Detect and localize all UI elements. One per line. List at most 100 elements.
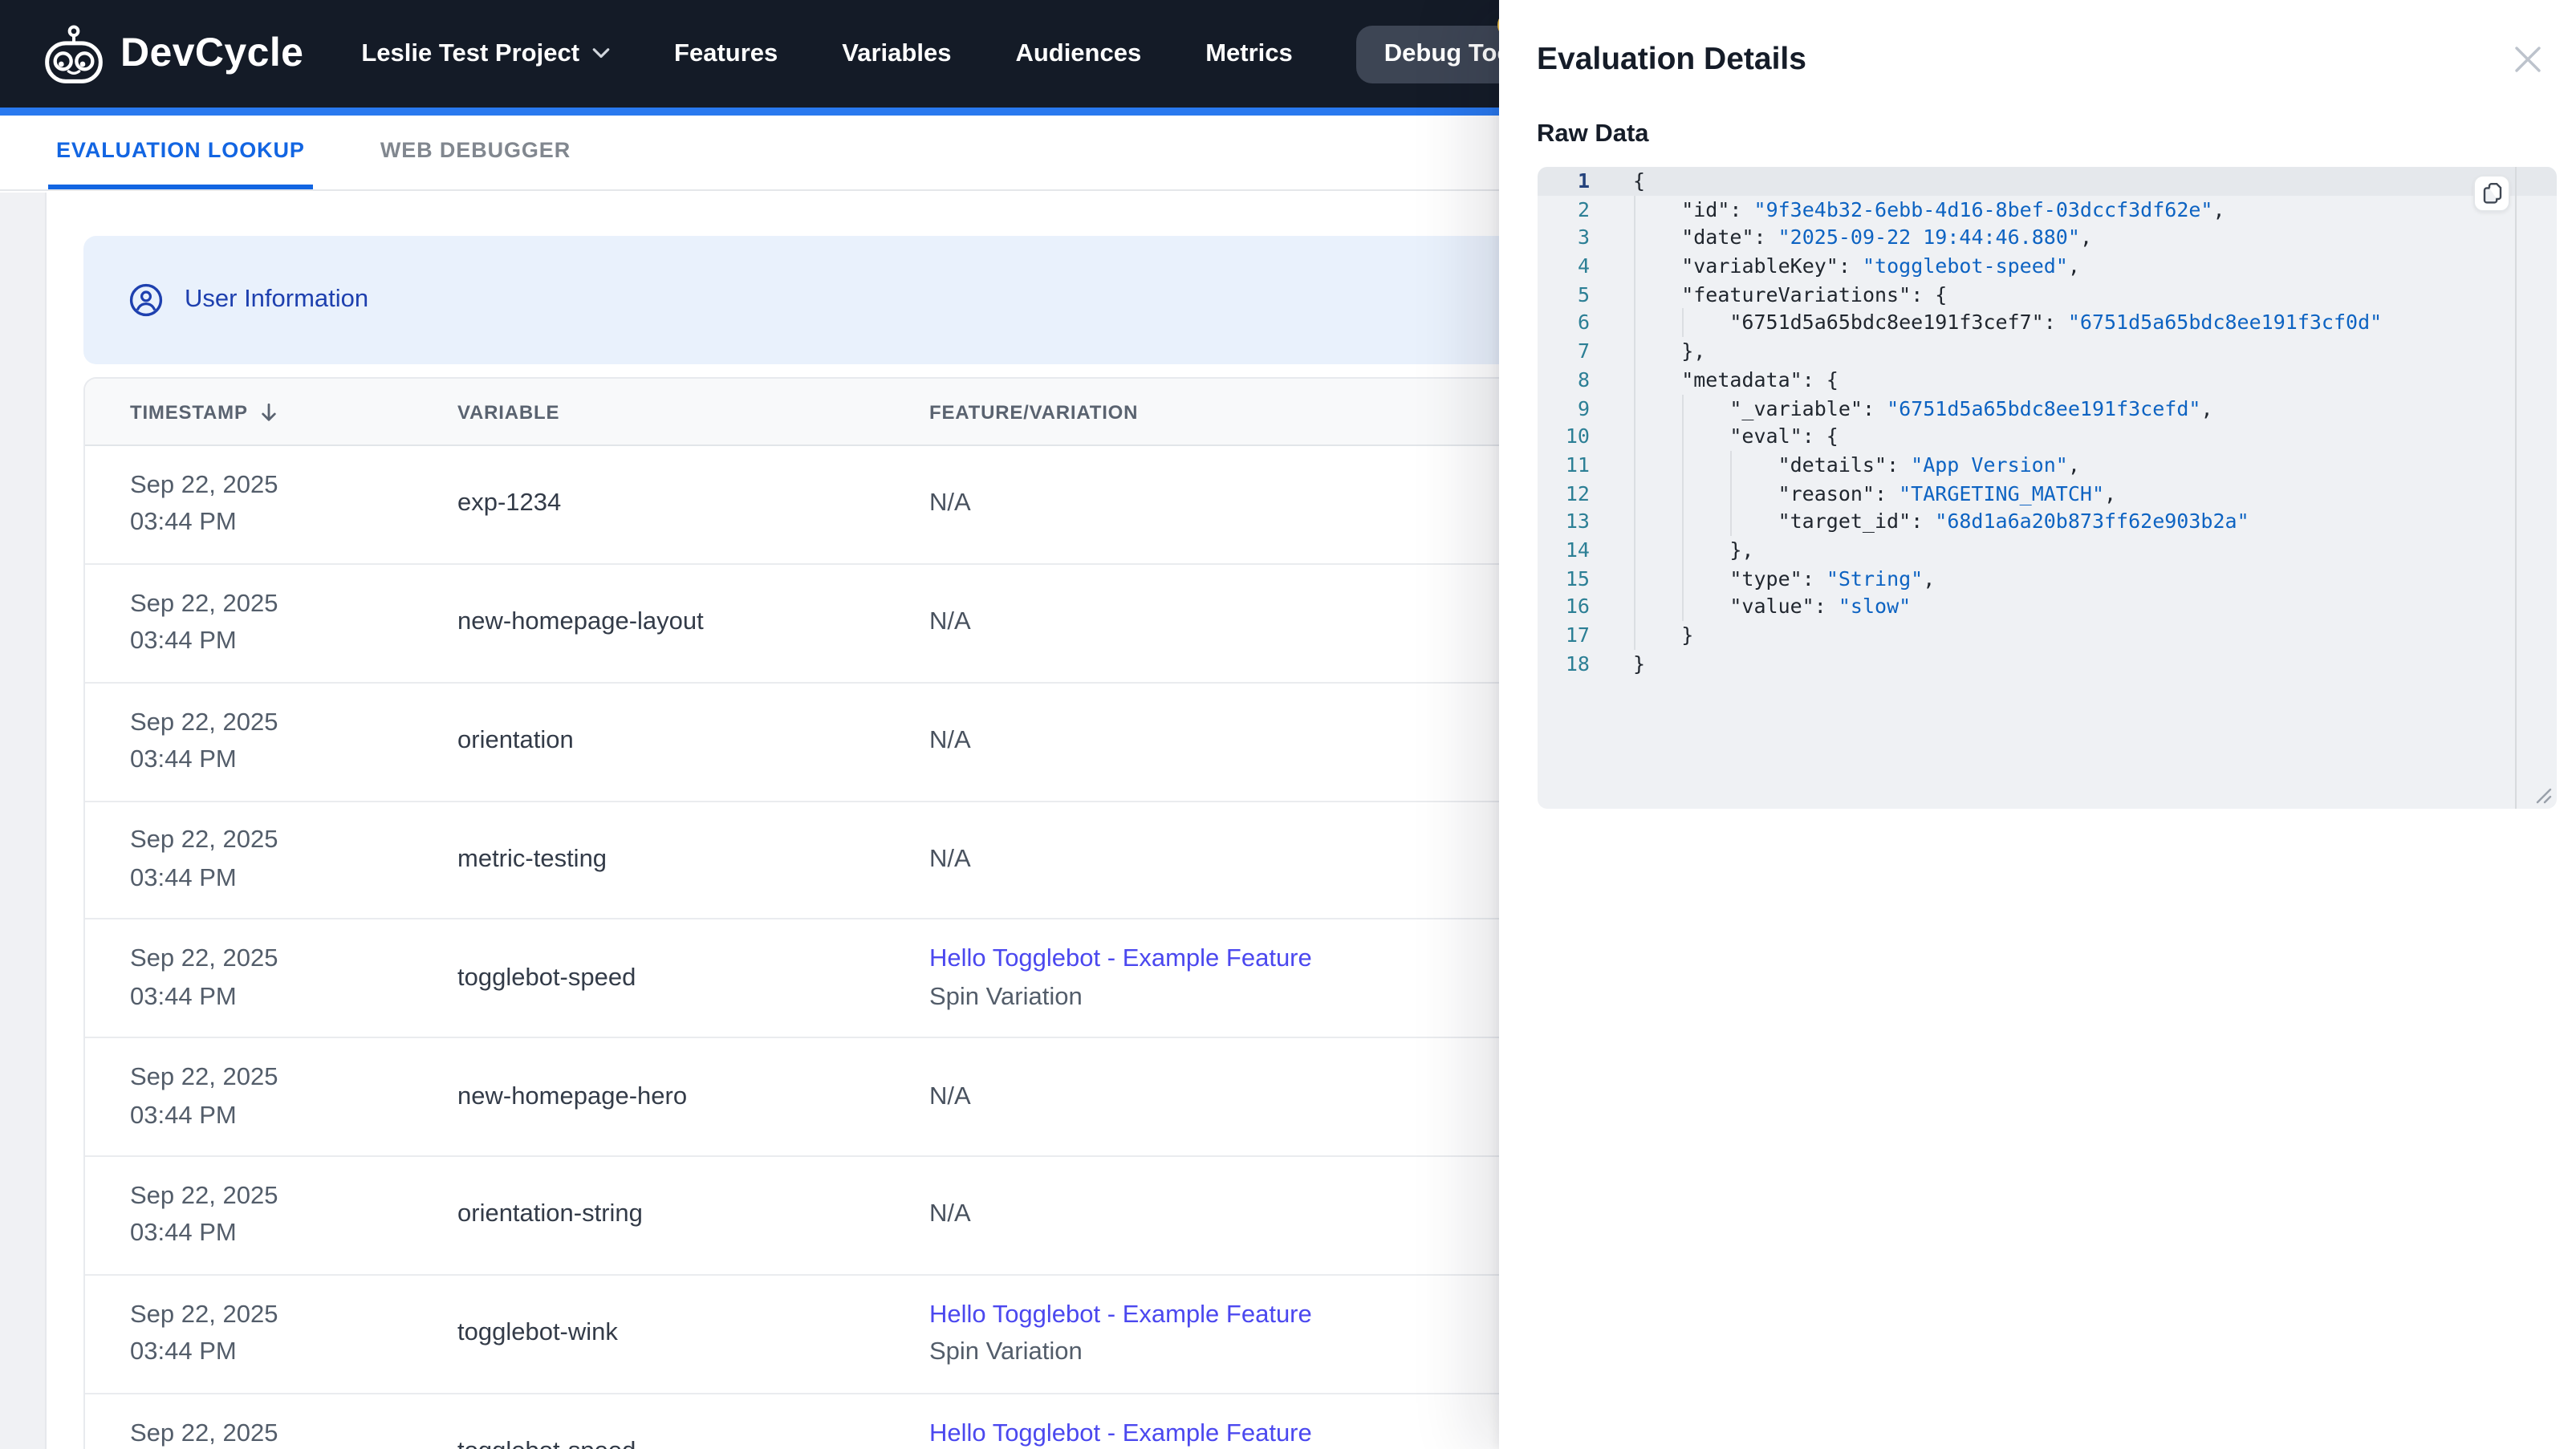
line-number: 6 [1577, 310, 1590, 335]
json-token: , [2212, 197, 2225, 221]
column-header-variable[interactable]: VARIABLE [457, 400, 929, 423]
json-token: "metadata" [1681, 367, 1802, 392]
indent-guide [1633, 507, 1681, 536]
timestamp-time: 03:44 PM [130, 1338, 237, 1366]
resize-grip-icon[interactable] [2533, 786, 2551, 804]
json-token: "variableKey" [1681, 254, 1839, 278]
timestamp-date: Sep 22, 2025 [130, 826, 278, 854]
timestamp-cell: Sep 22, 2025 03:44 PM [85, 941, 457, 1017]
line-content: "featureVariations": { [1590, 280, 1947, 309]
json-string-value: "68d1a6a20b873ff62e903b2a" [1935, 509, 2249, 534]
timestamp-date: Sep 22, 2025 [130, 1182, 278, 1210]
timestamp-time: 03:44 PM [130, 1220, 237, 1248]
raw-data-code-block[interactable]: 1{2 "id": "9f3e4b32-6ebb-4d16-8bef-03dccf… [1537, 167, 2556, 809]
variable-cell: metric-testing [457, 845, 607, 873]
nav-item-features[interactable]: Features [674, 39, 778, 68]
line-number: 9 [1577, 396, 1590, 420]
code-line: 11 "details": "App Version", [1537, 450, 2556, 480]
variable-cell: orientation [457, 727, 574, 755]
devcycle-robot-icon [45, 24, 103, 83]
indent-guide [1633, 564, 1681, 593]
code-scrollbar-track[interactable] [2514, 167, 2516, 809]
nav-items-container: Features Variables Audiences Metrics [674, 39, 1293, 68]
column-header-timestamp[interactable]: TIMESTAMP [85, 400, 457, 423]
tab-web-debugger[interactable]: WEB DEBUGGER [372, 116, 579, 189]
project-selector-label: Leslie Test Project [361, 39, 580, 67]
timestamp-time: 03:44 PM [130, 983, 237, 1011]
tab-evaluation-lookup[interactable]: EVALUATION LOOKUP [48, 116, 313, 189]
json-token: , [2104, 481, 2117, 505]
banner-title: User Information [185, 286, 369, 313]
json-token: }, [1729, 537, 1754, 562]
indent-guide [1729, 450, 1778, 480]
timestamp-value: Sep 22, 2025 03:44 PM [130, 1178, 278, 1253]
devcycle-logo[interactable]: DevCycle [42, 20, 303, 87]
close-panel-button[interactable] [2505, 37, 2550, 82]
timestamp-value: Sep 22, 202503:44 PM [130, 1414, 278, 1449]
code-line: 3 "date": "2025-09-22 19:44:46.880", [1537, 223, 2556, 253]
code-line: 4 "variableKey": "togglebot-speed", [1537, 252, 2556, 281]
json-string-value: "togglebot-speed" [1863, 254, 2068, 278]
indent-guide [1681, 394, 1729, 423]
indent-guide [1681, 592, 1729, 621]
timestamp-cell: Sep 22, 202503:44 PM [85, 1414, 457, 1449]
line-content: "value": "slow" [1590, 592, 1911, 621]
variable-cell: togglebot-speed [457, 964, 636, 992]
json-token: "6751d5a65bdc8ee191f3cef7" [1729, 310, 2044, 335]
line-content: "_variable": "6751d5a65bdc8ee191f3cefd", [1590, 394, 2213, 423]
timestamp-header-label: TIMESTAMP [130, 400, 248, 423]
timestamp-date: Sep 22, 2025 [130, 945, 278, 973]
indent-guide [1681, 507, 1729, 536]
timestamp-value: Sep 22, 202503:44 PM [130, 467, 278, 542]
json-token: : [1887, 452, 1912, 477]
timestamp-cell: Sep 22, 202503:44 PM [85, 467, 457, 542]
line-number: 18 [1565, 651, 1590, 676]
line-content: }, [1590, 337, 1706, 366]
indent-guide [1681, 422, 1729, 451]
timestamp-value: Sep 22, 2025 03:44 PM [130, 822, 278, 898]
line-number: 15 [1565, 566, 1590, 591]
timestamp-date: Sep 22, 2025 [130, 708, 278, 737]
timestamp-time: 03:44 PM [130, 1102, 237, 1130]
line-content: } [1590, 621, 1694, 650]
variable-cell: orientation-string [457, 1200, 643, 1228]
line-number: 11 [1565, 452, 1590, 477]
json-token: }, [1681, 339, 1706, 363]
timestamp-time: 03:44 PM [130, 509, 237, 537]
json-token: } [1681, 623, 1694, 647]
code-line: 15 "type": "String", [1537, 564, 2556, 593]
line-content: "6751d5a65bdc8ee191f3cef7": "6751d5a65bd… [1590, 308, 2382, 338]
nav-item-audiences[interactable]: Audiences [1015, 39, 1141, 68]
app-window: DevCycle Leslie Test Project Features Var… [0, 0, 2576, 1449]
project-selector[interactable]: Leslie Test Project [361, 39, 610, 68]
indent-guide [1729, 507, 1778, 536]
timestamp-cell: Sep 22, 202503:44 PM [85, 1059, 457, 1134]
code-lines: 1{2 "id": "9f3e4b32-6ebb-4d16-8bef-03dccf… [1537, 167, 2556, 678]
code-line: 13 "target_id": "68d1a6a20b873ff62e903b2a… [1537, 507, 2556, 536]
json-token: "date" [1681, 225, 1754, 250]
json-token: : [1729, 197, 1754, 221]
line-content: "details": "App Version", [1590, 450, 2080, 480]
json-token: "_variable" [1729, 396, 1863, 420]
user-circle-icon [129, 283, 163, 317]
line-number: 4 [1577, 254, 1590, 278]
nav-item-variables[interactable]: Variables [842, 39, 951, 68]
copy-button[interactable] [2473, 174, 2510, 211]
timestamp-time: 03:44 PM [130, 864, 237, 892]
indent-guide [1681, 308, 1729, 338]
code-line: 17} [1537, 621, 2556, 650]
indent-guide [1681, 479, 1729, 508]
indent-guide [1633, 422, 1681, 451]
chevron-down-icon [592, 48, 610, 59]
timestamp-value: Sep 22, 202503:44 PM [130, 1297, 278, 1372]
timestamp-cell: Sep 22, 202503:44 PM [85, 1297, 457, 1372]
indent-guide [1633, 337, 1681, 366]
code-line: 16 "value": "slow" [1537, 592, 2556, 621]
json-token: "id" [1681, 197, 1730, 221]
line-content: } [1590, 649, 1645, 677]
nav-item-metrics[interactable]: Metrics [1205, 39, 1293, 68]
evaluation-details-panel: Evaluation Details Raw Data 1{2 "id": "9f… [1499, 0, 2576, 1449]
line-number: 13 [1565, 509, 1590, 534]
timestamp-cell: Sep 22, 2025 03:44 PM [85, 822, 457, 898]
json-token: "featureVariations" [1681, 282, 1912, 306]
